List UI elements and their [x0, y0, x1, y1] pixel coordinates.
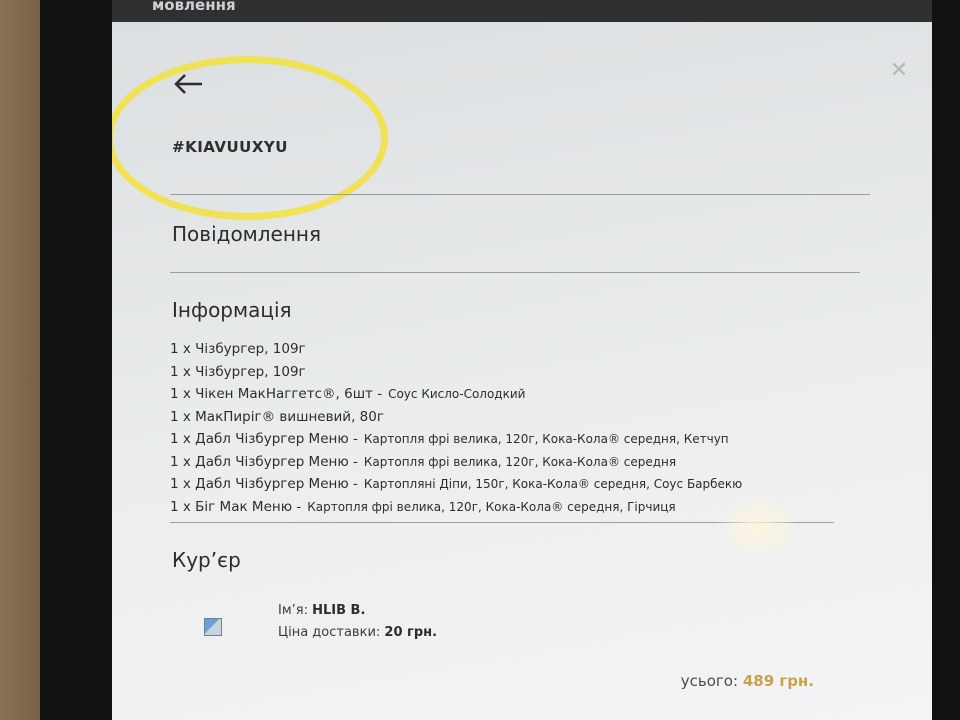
close-icon[interactable]: ✕: [888, 60, 910, 82]
top-strip: мовлення: [112, 0, 932, 22]
list-item: 1 x Чізбургер, 109г: [170, 338, 742, 361]
screen: мовлення ✕ #KIAVUUXYU Повідомлення Інфор…: [112, 0, 932, 720]
list-item: 1 x Чізбургер, 109г: [170, 361, 742, 384]
courier-section-title: Кур’єр: [172, 548, 241, 572]
item-extras: Картопля фрі велика, 120г, Кока-Кола® се…: [363, 432, 729, 446]
item-line: 1 x МакПиріг® вишневий, 80г: [170, 408, 384, 425]
courier-name-value: HLIB B.: [312, 603, 366, 618]
list-item: 1 x Чікен МакНаггетс®, 6шт - Соус Кисло-С…: [170, 383, 742, 406]
item-line: 1 x Чікен МакНаггетс®, 6шт -: [170, 386, 383, 402]
courier-name-row: Ім’я: HLIB B.: [278, 600, 437, 622]
order-items-list: 1 x Чізбургер, 109г 1 x Чізбургер, 109г …: [170, 338, 742, 518]
item-extras: Картопля фрі велика, 120г, Кока-Кола® се…: [307, 499, 676, 514]
divider: [170, 272, 860, 273]
list-item: 1 x МакПиріг® вишневий, 80г: [170, 406, 742, 429]
item-line: 1 x Дабл Чізбургер Меню -: [170, 476, 358, 492]
delivery-price-row: Ціна доставки: 20 грн.: [278, 622, 437, 644]
item-extras: Картопляні Діпи, 150г, Кока-Кола® середн…: [363, 477, 743, 491]
divider: [170, 522, 834, 523]
info-section-title: Інформація: [172, 298, 292, 322]
item-line: 1 x Чізбургер, 109г: [170, 341, 306, 357]
order-total: усього: 489 грн.: [681, 672, 814, 690]
list-item: 1 x Дабл Чізбургер Меню - Картопля фрі ве…: [170, 451, 742, 474]
broken-image-icon: [204, 618, 222, 636]
item-extras: Соус Кисло-Солодкий: [388, 387, 526, 401]
item-line: 1 x Біг Мак Меню -: [170, 498, 302, 515]
list-item: 1 x Дабл Чізбургер Меню - Картопляні Діпи…: [170, 473, 742, 496]
divider: [170, 194, 870, 195]
order-details-modal: ✕ #KIAVUUXYU Повідомлення Інформація 1 x…: [112, 22, 932, 720]
item-line: 1 x Дабл Чізбургер Меню -: [170, 431, 358, 447]
total-label: усього:: [680, 672, 739, 690]
item-line: 1 x Чізбургер, 109г: [170, 363, 306, 380]
message-section-title: Повідомлення: [172, 222, 322, 246]
list-item: 1 x Біг Мак Меню - Картопля фрі велика, 1…: [170, 496, 742, 519]
order-id: #KIAVUUXYU: [172, 138, 288, 156]
item-line: 1 x Дабл Чізбургер Меню -: [170, 453, 358, 470]
delivery-price-value: 20 грн.: [384, 625, 438, 640]
item-extras: Картопля фрі велика, 120г, Кока-Кола® се…: [363, 454, 677, 469]
courier-info: Ім’я: HLIB B. Ціна доставки: 20 грн.: [278, 600, 437, 644]
total-value: 489 грн.: [742, 672, 814, 690]
list-item: 1 x Дабл Чізбургер Меню - Картопля фрі ве…: [170, 428, 742, 451]
courier-name-label: Ім’я:: [278, 603, 308, 618]
partial-page-title: мовлення: [152, 0, 236, 14]
delivery-price-label: Ціна доставки:: [278, 625, 381, 640]
back-arrow-icon[interactable]: [172, 70, 208, 98]
